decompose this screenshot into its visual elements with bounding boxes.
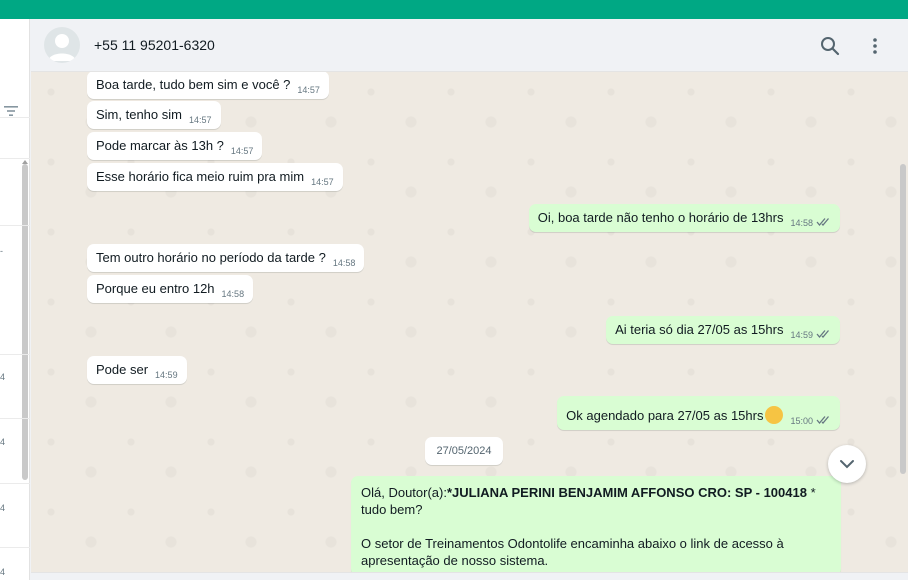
message-time: 14:59 bbox=[155, 370, 178, 380]
composer-bar bbox=[31, 572, 908, 580]
message-bold-name: *JULIANA PERINI BENJAMIM AFFONSO CRO: SP… bbox=[446, 485, 807, 500]
divider bbox=[0, 117, 30, 118]
message-text: Sim, tenho sim bbox=[96, 107, 182, 122]
message-text: Esse horário fica meio ruim pra mim bbox=[96, 169, 305, 184]
default-avatar-icon bbox=[48, 34, 76, 61]
message-pane-scrollbar[interactable] bbox=[900, 164, 906, 474]
row-mark: 4 bbox=[0, 503, 6, 513]
message-time: 14:57 bbox=[188, 115, 212, 125]
message-text: Ok agendado para 27/05 as 15hrs bbox=[566, 408, 764, 423]
filter-icon[interactable] bbox=[3, 104, 19, 118]
row-mark: 4 bbox=[0, 567, 6, 577]
message-text: Boa tarde, tudo bem sim e você ? bbox=[96, 77, 291, 92]
message-time: 14:57 bbox=[230, 146, 254, 156]
divider bbox=[0, 354, 30, 355]
double-check-icon bbox=[816, 218, 829, 227]
message-paragraph: O setor de Treinamentos Odontolife encam… bbox=[361, 536, 784, 568]
contact-name[interactable]: +55 11 95201-6320 bbox=[94, 37, 215, 53]
date-separator: 27/05/2024 bbox=[425, 437, 503, 465]
message-out[interactable]: Ai teria só dia 27/05 as 15hrs 14:59 bbox=[606, 316, 840, 344]
divider bbox=[0, 547, 30, 548]
message-pane[interactable]: Boa tarde, tudo bem sim e você ? 14:57 Si… bbox=[31, 72, 908, 572]
message-in[interactable]: Esse horário fica meio ruim pra mim 14:57 bbox=[87, 163, 343, 191]
divider bbox=[0, 483, 30, 484]
divider bbox=[0, 418, 30, 419]
divider bbox=[0, 225, 30, 226]
message-time: 14:57 bbox=[297, 85, 320, 95]
smirk-emoji-icon bbox=[765, 406, 784, 424]
double-check-icon bbox=[816, 416, 829, 425]
row-mark: - bbox=[0, 246, 3, 256]
message-time: 14:59 bbox=[790, 330, 813, 340]
message-out[interactable]: Oi, boa tarde não tenho o horário de 13h… bbox=[528, 204, 840, 232]
message-out[interactable]: Ok agendado para 27/05 as 15hrs 15:00 bbox=[557, 396, 840, 430]
search-icon[interactable] bbox=[819, 35, 841, 57]
chat-list-scrollbar[interactable] bbox=[22, 164, 28, 480]
message-greeting: Olá, Doutor(a): bbox=[361, 485, 447, 500]
message-text: Oi, boa tarde não tenho o horário de 13h… bbox=[537, 210, 784, 225]
chat-list-panel: - 4 4 4 4 bbox=[0, 19, 30, 580]
message-time: 14:58 bbox=[790, 218, 813, 228]
message-text: Pode ser bbox=[96, 362, 149, 377]
message-in[interactable]: Pode marcar às 13h ? 14:57 bbox=[87, 132, 263, 160]
avatar[interactable] bbox=[44, 27, 80, 63]
double-check-icon bbox=[816, 330, 829, 339]
message-in[interactable]: Tem outro horário no período da tarde ? 1… bbox=[87, 244, 365, 272]
message-text: Tem outro horário no período da tarde ? bbox=[96, 250, 326, 265]
message-time: 14:58 bbox=[332, 258, 356, 268]
message-time: 14:58 bbox=[221, 289, 245, 299]
message-time: 15:00 bbox=[790, 416, 813, 426]
message-text: Porque eu entro 12h bbox=[96, 281, 215, 296]
message-in[interactable]: Boa tarde, tudo bem sim e você ? 14:57 bbox=[87, 72, 329, 99]
row-mark: 4 bbox=[0, 437, 6, 447]
message-out-long[interactable]: Olá, Doutor(a):*JULIANA PERINI BENJAMIM … bbox=[351, 476, 841, 572]
message-time: 14:57 bbox=[311, 177, 334, 187]
message-text: Ai teria só dia 27/05 as 15hrs bbox=[615, 322, 784, 337]
message-in[interactable]: Porque eu entro 12h 14:58 bbox=[87, 275, 254, 303]
chevron-down-icon bbox=[840, 460, 854, 469]
message-in[interactable]: Sim, tenho sim 14:57 bbox=[87, 101, 221, 129]
menu-icon[interactable] bbox=[864, 35, 886, 57]
message-in[interactable]: Pode ser 14:59 bbox=[87, 356, 187, 384]
chat-header: +55 11 95201-6320 bbox=[31, 19, 908, 72]
row-mark: 4 bbox=[0, 372, 6, 382]
scroll-to-bottom-button[interactable] bbox=[828, 445, 866, 483]
message-text: Pode marcar às 13h ? bbox=[96, 138, 224, 153]
app-top-bar bbox=[0, 0, 908, 19]
